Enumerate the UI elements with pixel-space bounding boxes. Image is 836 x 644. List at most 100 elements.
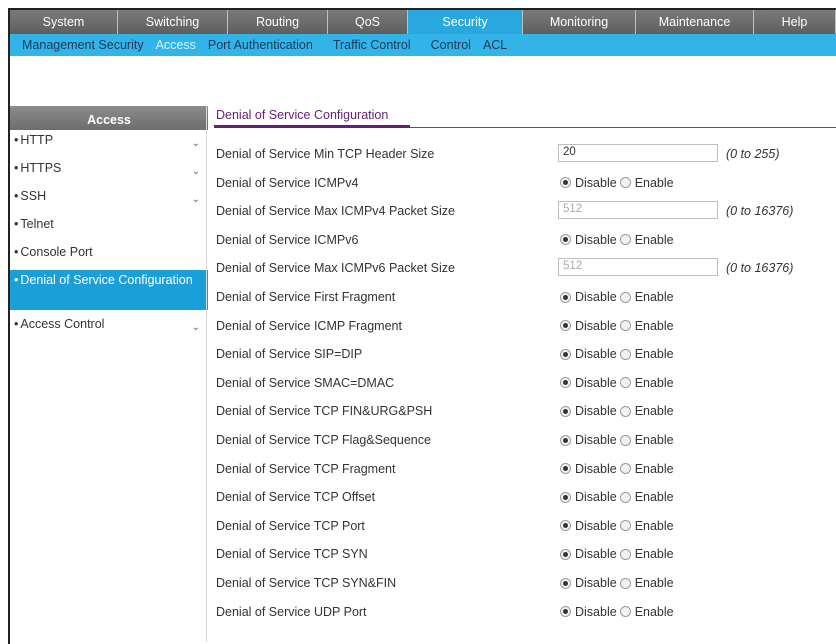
value-input[interactable]: 20: [558, 144, 718, 162]
radio-enable[interactable]: [619, 348, 631, 360]
radio-group: Disable Enable: [560, 176, 677, 190]
field-label: Denial of Service ICMPv4: [216, 175, 359, 190]
radio-disable[interactable]: [560, 177, 571, 189]
tab-switching[interactable]: Switching: [118, 10, 228, 34]
tab-maintenance[interactable]: Maintenance: [636, 10, 754, 34]
radio-disable[interactable]: [560, 234, 571, 246]
radio-label-disable: Disable: [575, 547, 617, 562]
bullet-icon: •: [14, 273, 19, 287]
sidebar-item-ssh[interactable]: • SSH ⌄: [10, 186, 208, 214]
radio-label-disable: Disable: [575, 604, 617, 619]
radio-disable[interactable]: [560, 405, 571, 417]
sidebar-item-telnet[interactable]: • Telnet: [10, 214, 208, 242]
radio-enable[interactable]: [619, 548, 631, 560]
subnav-control[interactable]: Control: [431, 38, 471, 52]
radio-disable[interactable]: [560, 606, 571, 618]
value-input: 512: [558, 201, 718, 220]
sidebar-item-access-control[interactable]: • Access Control ⌄: [10, 314, 208, 342]
radio-disable[interactable]: [560, 520, 571, 532]
chevron-down-icon[interactable]: ⌄: [192, 318, 200, 338]
radio-disable[interactable]: [560, 348, 571, 360]
sidebar-item-label: SSH: [20, 189, 47, 203]
form-row: Denial of Service TCP FIN&URG&PSH Disable…: [216, 398, 826, 426]
sidebar-item-http[interactable]: • HTTP ⌄: [10, 130, 208, 158]
chevron-down-icon[interactable]: ⌄: [192, 190, 200, 210]
bullet-icon: •: [14, 161, 19, 175]
radio-label-disable: Disable: [575, 290, 617, 304]
radio-enable[interactable]: [619, 520, 631, 532]
radio-enable[interactable]: [619, 320, 631, 332]
form-row: Denial of Service ICMP Fragment Disable En…: [216, 313, 826, 341]
sidebar-item-https[interactable]: • HTTPS ⌄: [10, 158, 208, 186]
field-label: Denial of Service TCP Flag&Sequence: [216, 433, 431, 447]
chevron-down-icon[interactable]: ⌄: [192, 134, 200, 154]
radio-enable[interactable]: [619, 405, 631, 417]
sidebar-item-label: HTTP: [20, 133, 54, 147]
radio-label-disable: Disable: [575, 318, 617, 333]
radio-disable[interactable]: [560, 291, 571, 303]
radio-label-enable: Enable: [634, 490, 674, 505]
sidebar-item-denial-of-service[interactable]: • Denial of Service Configuration: [10, 270, 208, 310]
subnav-acl[interactable]: ACL: [483, 38, 507, 52]
radio-enable[interactable]: [619, 177, 631, 189]
radio-label-enable: Enable: [634, 433, 674, 447]
radio-enable[interactable]: [619, 291, 631, 303]
radio-enable[interactable]: [619, 234, 631, 246]
subnav-access[interactable]: Access: [156, 38, 196, 52]
radio-enable[interactable]: [619, 606, 631, 618]
sidebar: Access • HTTP ⌄ • HTTPS ⌄ • SSH ⌄ • Telnet • Con…: [10, 106, 208, 342]
form-row: Denial of Service ICMPv6 Disable Enable: [216, 227, 826, 255]
radio-label-enable: Enable: [634, 232, 674, 247]
field-label: Denial of Service UDP Port: [216, 604, 367, 619]
tab-security[interactable]: Security: [408, 10, 523, 34]
radio-label-disable: Disable: [575, 175, 617, 190]
radio-group: Disable Enable: [560, 576, 677, 590]
radio-group: Disable Enable: [560, 376, 677, 390]
radio-group: Disable Enable: [560, 547, 677, 561]
sidebar-item-console-port[interactable]: • Console Port: [10, 242, 208, 270]
radio-group: Disable Enable: [560, 290, 677, 304]
subnav-traffic-control[interactable]: Traffic Control: [333, 38, 411, 52]
field-label: Denial of Service SIP=DIP: [216, 347, 363, 362]
subnav-management-security[interactable]: Management Security: [22, 38, 144, 52]
field-label: Denial of Service TCP SYN: [216, 547, 368, 562]
form-row: Denial of Service Max ICMPv4 Packet Size…: [216, 198, 826, 226]
radio-group: Disable Enable: [560, 490, 677, 504]
radio-label-disable: Disable: [575, 232, 617, 247]
radio-enable[interactable]: [619, 377, 631, 389]
radio-disable[interactable]: [560, 320, 571, 332]
radio-label-enable: Enable: [634, 576, 674, 590]
radio-enable[interactable]: [619, 491, 631, 503]
field-label: Denial of Service ICMPv6: [216, 232, 359, 247]
radio-disable[interactable]: [560, 463, 571, 475]
form-row: Denial of Service Min TCP Header Size 20 (…: [216, 141, 826, 169]
subnav-port-authentication[interactable]: Port Authentication: [208, 38, 313, 52]
radio-disable[interactable]: [560, 434, 571, 446]
field-label: Denial of Service TCP Fragment: [216, 461, 396, 476]
radio-enable[interactable]: [619, 434, 631, 446]
chevron-down-icon[interactable]: ⌄: [192, 162, 200, 182]
tab-system[interactable]: System: [10, 10, 118, 34]
tab-monitoring[interactable]: Monitoring: [523, 10, 636, 34]
tab-qos[interactable]: QoS: [328, 10, 408, 34]
radio-enable[interactable]: [619, 577, 631, 589]
sidebar-item-label: Denial of Service Configuration: [20, 273, 193, 287]
bullet-icon: •: [14, 217, 19, 231]
radio-label-enable: Enable: [634, 290, 674, 304]
field-label: Denial of Service TCP FIN&URG&PSH: [216, 404, 433, 419]
radio-group: Disable Enable: [560, 433, 677, 447]
radio-disable[interactable]: [560, 577, 571, 589]
section-title-underline: [214, 125, 410, 128]
radio-disable[interactable]: [560, 548, 571, 560]
sidebar-divider: [206, 106, 207, 642]
radio-enable[interactable]: [619, 463, 631, 475]
form-row: Denial of Service TCP Port Disable Enable: [216, 513, 826, 541]
radio-group: Disable Enable: [560, 404, 677, 418]
radio-disable[interactable]: [560, 377, 571, 389]
tab-help[interactable]: Help: [754, 10, 836, 34]
top-navigation: System Switching Routing QoS Security Mo…: [10, 10, 836, 34]
radio-label-disable: Disable: [575, 461, 617, 476]
form-row: Denial of Service Max ICMPv6 Packet Size…: [216, 255, 826, 283]
tab-routing[interactable]: Routing: [228, 10, 328, 34]
radio-disable[interactable]: [560, 491, 571, 503]
